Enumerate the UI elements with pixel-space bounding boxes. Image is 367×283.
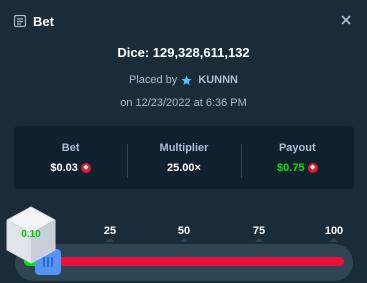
payout-value: $0.75 bbox=[277, 161, 305, 174]
close-icon bbox=[341, 15, 351, 25]
bet-label: Bet bbox=[61, 141, 80, 154]
currency-coin-icon: ⬥ bbox=[80, 162, 91, 173]
tick-label: 25 bbox=[103, 225, 117, 237]
bet-title: Dice: 129,328,611,132 bbox=[117, 45, 250, 60]
bet-slip-icon bbox=[14, 15, 26, 27]
multiplier-value-row: 25.00× bbox=[167, 162, 201, 174]
tick-marker bbox=[255, 238, 263, 242]
slider-track bbox=[15, 244, 353, 281]
modal-title: Bet bbox=[33, 13, 54, 29]
multiplier-value: 25.00× bbox=[167, 161, 201, 174]
bet-stats-panel: Bet $0.03 ⬥ Multiplier 25.00× Payout $0.… bbox=[14, 126, 354, 189]
bet-value-row: $0.03 ⬥ bbox=[50, 162, 91, 174]
currency-coin-icon: ⬥ bbox=[307, 162, 318, 173]
payout-value-row: $0.75 ⬥ bbox=[277, 162, 318, 174]
tick-marker bbox=[180, 238, 188, 242]
roll-result: 0.10 bbox=[21, 229, 41, 240]
slider-bar-lose bbox=[24, 257, 344, 266]
stat-payout: Payout $0.75 ⬥ bbox=[240, 141, 354, 178]
multiplier-label: Multiplier bbox=[159, 141, 209, 154]
modal-header: Bet bbox=[0, 0, 367, 42]
close-button[interactable] bbox=[339, 13, 353, 27]
username-link[interactable]: KUNNN bbox=[198, 74, 238, 86]
star-icon bbox=[181, 74, 192, 86]
placed-by-label: Placed by bbox=[128, 74, 178, 86]
roll-slider: 0 25 50 75 100 0.10 bbox=[0, 205, 367, 283]
dice-result-marker: 0.10 bbox=[5, 205, 57, 265]
tick-label: 75 bbox=[252, 225, 266, 237]
tick-label: 100 bbox=[324, 225, 344, 237]
stat-bet: Bet $0.03 ⬥ bbox=[14, 142, 127, 174]
tick-label: 50 bbox=[177, 225, 191, 237]
stat-multiplier: Multiplier 25.00× bbox=[127, 141, 240, 178]
payout-label: Payout bbox=[278, 141, 316, 154]
placed-by-row: Placed by KUNNN bbox=[0, 74, 367, 86]
bet-date: on 12/23/2022 at 6:36 PM bbox=[120, 97, 247, 109]
bet-value: $0.03 bbox=[50, 161, 78, 174]
tick-marker bbox=[330, 238, 338, 242]
tick-marker bbox=[106, 238, 114, 242]
